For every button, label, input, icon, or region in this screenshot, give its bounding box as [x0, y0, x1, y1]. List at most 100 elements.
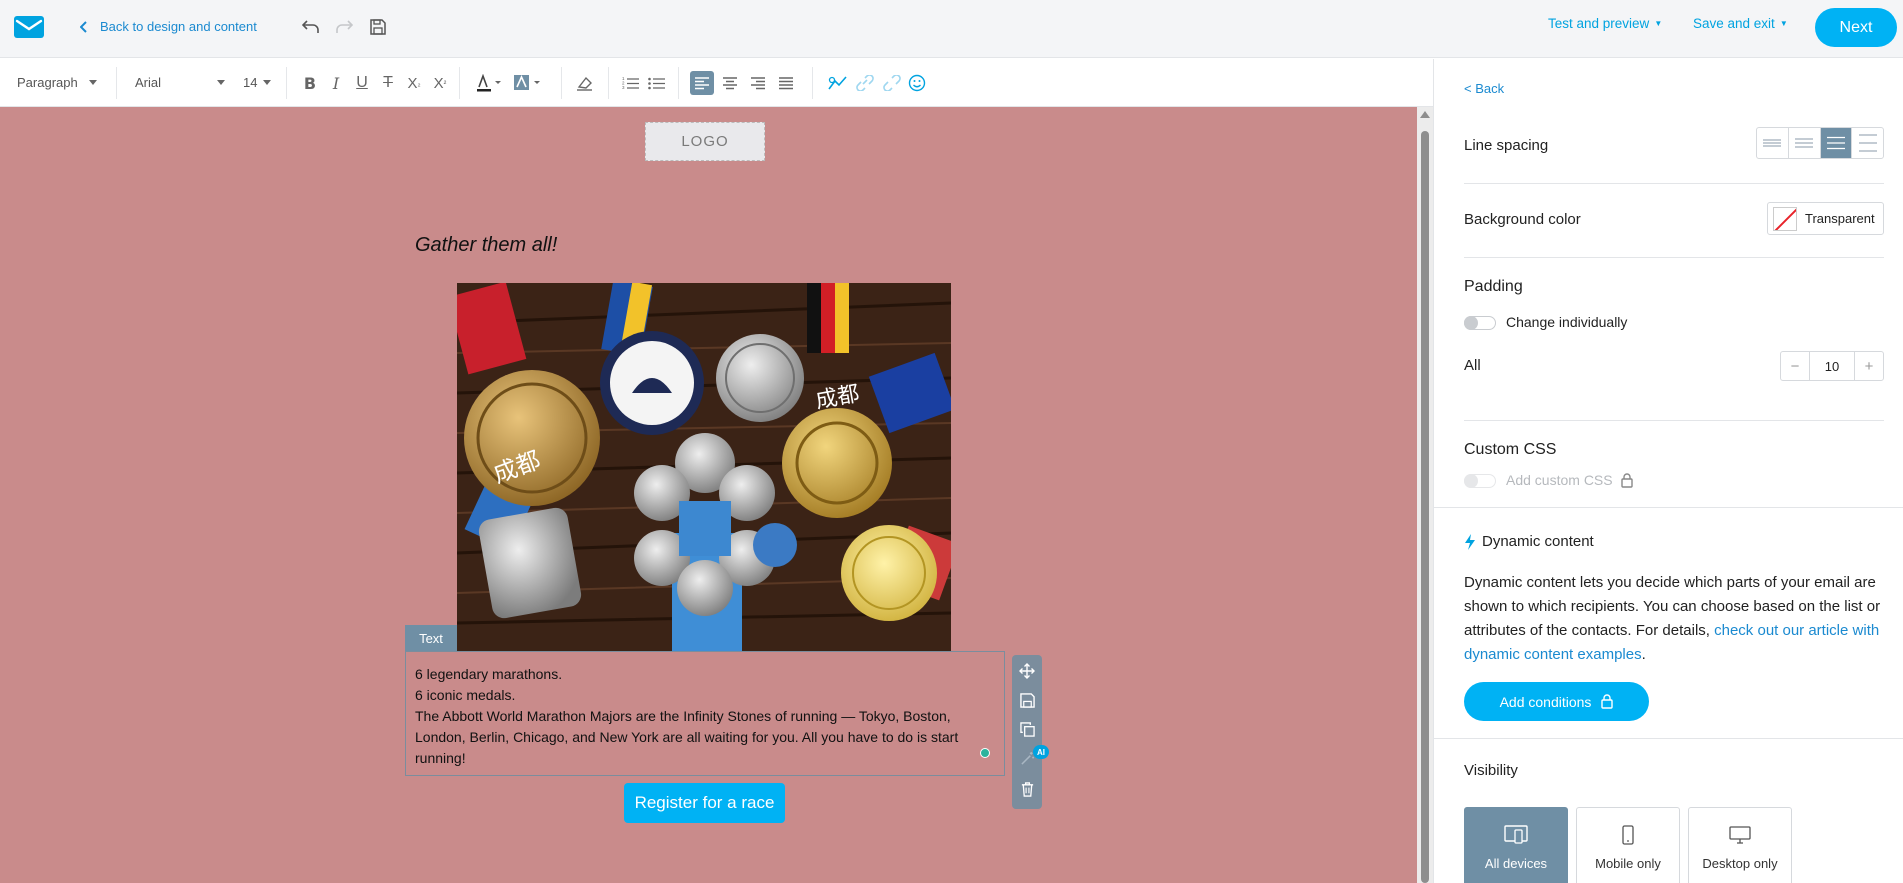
- delete-icon[interactable]: [1017, 779, 1037, 799]
- background-color-value: Transparent: [1805, 211, 1875, 226]
- dynamic-desc-end: .: [1641, 646, 1646, 663]
- visibility-option-label: Mobile only: [1595, 856, 1661, 871]
- add-conditions-label: Add conditions: [1499, 693, 1592, 710]
- text-line[interactable]: 6 legendary marathons.: [415, 664, 996, 685]
- block-tools-column: [1012, 655, 1042, 809]
- padding-value-input[interactable]: 10: [1809, 352, 1855, 380]
- formatting-toolbar: Paragraph Arial 14 B I U T X₂ X² 123: [0, 59, 1433, 107]
- bold-icon[interactable]: B: [298, 71, 322, 95]
- email-heading[interactable]: Gather them all!: [415, 234, 557, 257]
- block-format-select[interactable]: Paragraph: [17, 75, 99, 90]
- logo-placeholder[interactable]: LOGO: [645, 122, 765, 161]
- add-custom-css-label: Add custom CSS: [1506, 472, 1613, 488]
- background-color-picker[interactable]: Transparent: [1767, 202, 1884, 235]
- caret-down-icon: [89, 80, 97, 85]
- change-individually-toggle[interactable]: [1464, 316, 1496, 330]
- resize-handle[interactable]: [980, 748, 990, 758]
- chevron-left-icon: [80, 20, 87, 33]
- increment-icon[interactable]: +: [1855, 352, 1883, 380]
- line-spacing-relaxed-icon[interactable]: [1820, 128, 1853, 158]
- align-left-icon[interactable]: [690, 71, 714, 95]
- text-color-icon[interactable]: [475, 71, 505, 95]
- selected-text-block[interactable]: 6 legendary marathons. 6 iconic medals. …: [405, 651, 1005, 776]
- strikethrough-icon[interactable]: T: [376, 71, 400, 95]
- unlink-icon[interactable]: [880, 71, 904, 95]
- dynamic-content-description: Dynamic content lets you decide which pa…: [1464, 571, 1889, 667]
- add-conditions-button[interactable]: Add conditions: [1464, 682, 1649, 721]
- back-to-design-link[interactable]: Back to design and content: [80, 19, 257, 34]
- visibility-desktop-only[interactable]: Desktop only: [1688, 807, 1792, 883]
- save-exit-label: Save and exit: [1693, 16, 1775, 31]
- font-size-select[interactable]: 14: [243, 75, 273, 90]
- next-button[interactable]: Next: [1815, 8, 1897, 47]
- svg-text:3: 3: [622, 85, 625, 90]
- superscript-icon[interactable]: X²: [428, 71, 452, 95]
- save-icon[interactable]: [367, 16, 389, 38]
- visibility-title: Visibility: [1464, 762, 1518, 779]
- font-family-select[interactable]: Arial: [135, 75, 227, 90]
- test-preview-label: Test and preview: [1548, 16, 1650, 31]
- back-link-label: Back to design and content: [100, 19, 257, 34]
- text-line[interactable]: The Abbott World Marathon Majors are the…: [415, 706, 996, 769]
- visibility-all-devices[interactable]: All devices: [1464, 807, 1568, 883]
- dynamic-link-icon[interactable]: [826, 71, 850, 95]
- canvas-scrollbar[interactable]: [1417, 107, 1433, 883]
- dynamic-content-title: Dynamic content: [1464, 533, 1594, 550]
- underline-icon[interactable]: U: [350, 71, 374, 95]
- redo-icon[interactable]: [333, 16, 355, 38]
- all-devices-icon: [1504, 825, 1528, 844]
- font-size-value: 14: [243, 75, 258, 90]
- visibility-mobile-only[interactable]: Mobile only: [1576, 807, 1680, 883]
- padding-all-label: All: [1464, 357, 1481, 374]
- caret-down-icon: ▼: [1779, 19, 1788, 28]
- text-line[interactable]: 6 iconic medals.: [415, 685, 996, 706]
- subscript-icon[interactable]: X₂: [402, 71, 426, 95]
- lock-icon: [1620, 472, 1633, 488]
- padding-stepper: − 10 +: [1780, 351, 1884, 381]
- caret-down-icon: ▼: [1654, 19, 1663, 28]
- line-spacing-wide-icon[interactable]: [1852, 128, 1883, 158]
- getresponse-logo-icon[interactable]: [14, 16, 44, 38]
- background-color-label: Background color: [1464, 211, 1581, 228]
- align-justify-icon[interactable]: [774, 71, 798, 95]
- numbered-list-icon[interactable]: 123: [619, 71, 643, 95]
- block-format-value: Paragraph: [17, 75, 78, 90]
- change-individually-label: Change individually: [1506, 314, 1628, 330]
- move-icon[interactable]: [1017, 661, 1037, 681]
- settings-panel: < Back Line spacing Background color Tra…: [1433, 59, 1903, 883]
- align-center-icon[interactable]: [718, 71, 742, 95]
- line-spacing-compact-icon[interactable]: [1757, 128, 1789, 158]
- line-spacing-label: Line spacing: [1464, 137, 1549, 154]
- align-right-icon[interactable]: [746, 71, 770, 95]
- caret-down-icon: [217, 80, 225, 85]
- emoji-icon[interactable]: [905, 71, 929, 95]
- custom-css-title: Custom CSS: [1464, 441, 1557, 458]
- line-spacing-normal-icon[interactable]: [1789, 128, 1821, 158]
- font-family-value: Arial: [135, 75, 162, 90]
- text-block-tag: Text: [405, 625, 457, 651]
- lightning-icon: [1465, 533, 1475, 550]
- custom-css-toggle[interactable]: [1464, 474, 1496, 488]
- medals-photo[interactable]: 成都 成都: [457, 283, 951, 651]
- insert-link-icon[interactable]: [853, 71, 877, 95]
- save-block-icon[interactable]: [1017, 690, 1037, 710]
- decrement-icon[interactable]: −: [1781, 352, 1809, 380]
- duplicate-icon[interactable]: [1017, 719, 1037, 739]
- scroll-up-arrow-icon[interactable]: [1420, 111, 1430, 118]
- highlight-color-icon[interactable]: [512, 71, 544, 95]
- clear-formatting-icon[interactable]: [573, 71, 597, 95]
- padding-title: Padding: [1464, 278, 1523, 295]
- test-and-preview-menu[interactable]: Test and preview ▼: [1548, 16, 1662, 31]
- bullet-list-icon[interactable]: [645, 71, 669, 95]
- italic-icon[interactable]: I: [324, 71, 348, 95]
- transparent-swatch-icon: [1773, 206, 1797, 231]
- scroll-thumb[interactable]: [1421, 131, 1429, 883]
- register-for-race-button[interactable]: Register for a race: [624, 783, 785, 823]
- save-and-exit-menu[interactable]: Save and exit ▼: [1693, 16, 1788, 31]
- custom-css-row: Add custom CSS: [1506, 472, 1633, 488]
- mobile-icon: [1622, 825, 1634, 845]
- undo-icon[interactable]: [300, 16, 322, 38]
- panel-back-link[interactable]: < Back: [1464, 81, 1504, 96]
- visibility-option-label: Desktop only: [1702, 856, 1778, 871]
- dynamic-content-label: Dynamic content: [1482, 533, 1594, 550]
